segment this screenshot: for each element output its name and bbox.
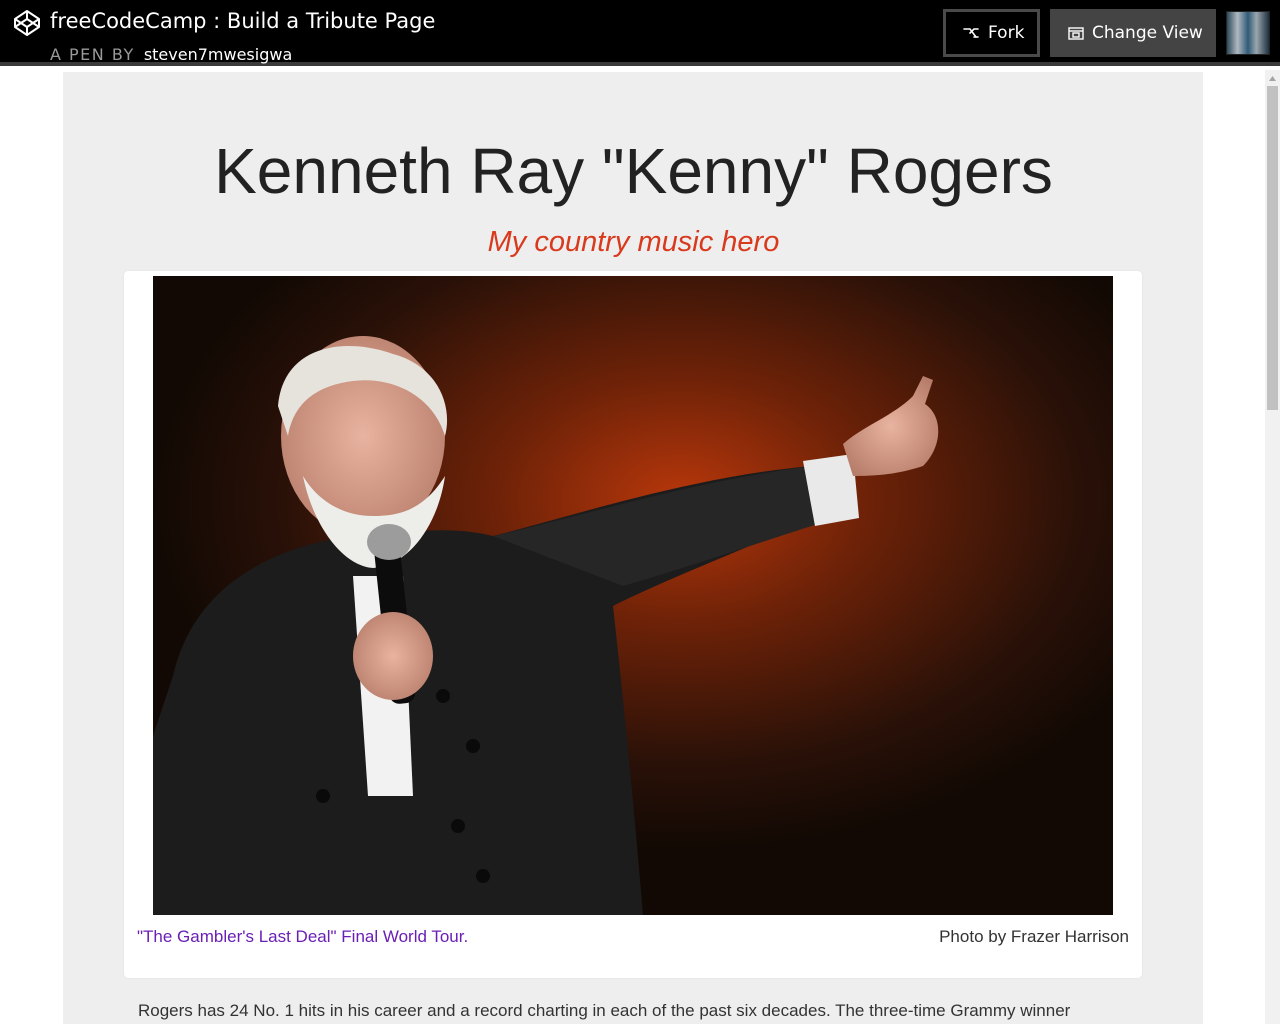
codepen-icon[interactable] [13,9,41,37]
user-avatar[interactable] [1226,11,1270,55]
scroll-up-arrow-icon[interactable] [1265,72,1280,84]
tribute-photo [153,276,1113,915]
fork-label: Fork [988,23,1025,43]
change-view-label: Change View [1092,23,1203,43]
pen-title[interactable]: freeCodeCamp : Build a Tribute Page [50,9,435,33]
page-title: Kenneth Ray "Kenny" Rogers [214,135,1053,207]
fork-button[interactable]: Fork [943,9,1040,57]
pen-byline: A PEN BY steven7mwesigwa [50,45,292,64]
photo-credit: Photo by Frazer Harrison [939,927,1129,946]
tour-caption-link[interactable]: "The Gambler's Last Deal" Final World To… [137,927,468,947]
bio-paragraph: Rogers has 24 No. 1 hits in his career a… [138,1001,1071,1020]
codepen-header: freeCodeCamp : Build a Tribute Page A PE… [0,0,1280,66]
fork-icon [963,28,979,38]
page-subtitle: My country music hero [487,226,780,258]
pen-by-label: A PEN BY [50,45,135,64]
author-link[interactable]: steven7mwesigwa [144,45,292,64]
layout-icon [1068,27,1084,40]
change-view-button[interactable]: Change View [1050,9,1216,57]
scroll-thumb[interactable] [1267,86,1278,410]
page-scrollbar[interactable] [1265,70,1280,1024]
